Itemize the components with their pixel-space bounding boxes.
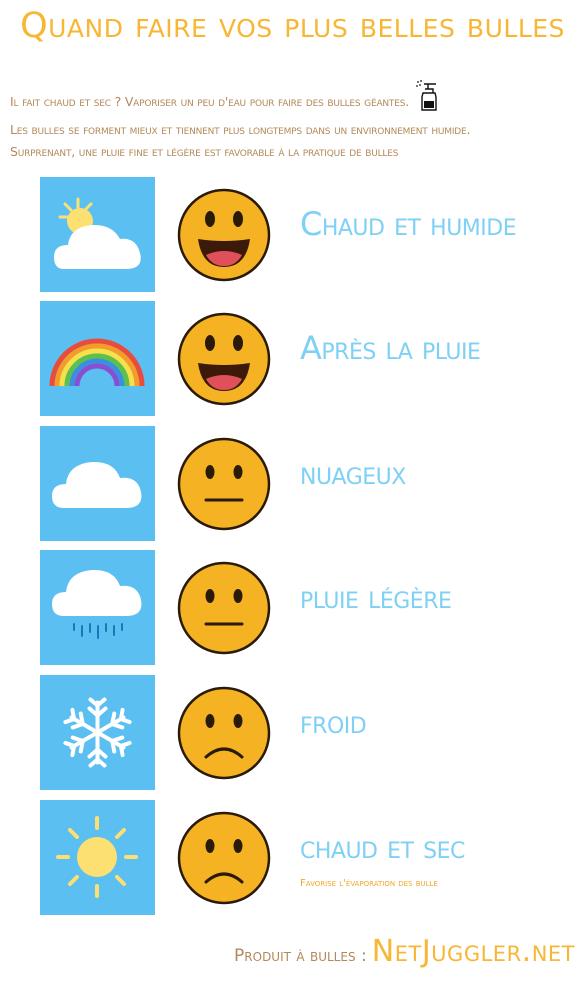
intro-line-3: Surprenant, une pluie fine et légère est…	[10, 144, 399, 159]
rain-cloud-icon	[40, 550, 155, 665]
cloud-icon	[40, 426, 155, 541]
very-happy-face-icon	[176, 187, 272, 287]
very-happy-face-icon	[176, 311, 272, 411]
weather-note: Favorise l'évaporation des bulle	[300, 878, 438, 889]
footer-prefix: Produit à bulles :	[234, 946, 367, 966]
weather-row: Chaud et humide	[40, 177, 580, 292]
footer-credit: Produit à bulles : NetJuggler.net	[0, 934, 575, 969]
neutral-face-icon	[176, 436, 272, 536]
weather-label: nuageux	[300, 454, 406, 492]
weather-label: chaud et sec	[300, 828, 465, 866]
sun-behind-cloud-icon	[40, 177, 155, 292]
weather-row: Après la pluie	[40, 301, 580, 416]
intro-line-2: Les bulles se forment mieux et tiennent …	[10, 122, 471, 137]
intro-line-1: Il fait chaud et sec ? Vaporiser un peu …	[10, 78, 580, 119]
weather-label: Chaud et humide	[300, 205, 517, 243]
weather-row: froid	[40, 675, 580, 790]
weather-row: chaud et sec Favorise l'évaporation des …	[40, 800, 580, 915]
page-title: Quand faire vos plus belles bulles	[20, 6, 565, 46]
sun-icon	[40, 800, 155, 915]
snowflake-icon	[40, 675, 155, 790]
weather-row: pluie légère	[40, 550, 580, 665]
weather-label: pluie légère	[300, 578, 452, 616]
weather-label: froid	[300, 703, 367, 741]
intro-text: Il fait chaud et sec ? Vaporiser un peu …	[10, 78, 580, 163]
rainbow-icon	[40, 301, 155, 416]
weather-label: Après la pluie	[300, 329, 481, 367]
spray-bottle-icon	[415, 78, 441, 119]
brand-link[interactable]: NetJuggler.net	[372, 934, 575, 969]
weather-row: nuageux	[40, 426, 580, 541]
neutral-face-icon	[176, 560, 272, 660]
sad-face-icon	[176, 685, 272, 785]
sad-face-icon	[176, 810, 272, 910]
